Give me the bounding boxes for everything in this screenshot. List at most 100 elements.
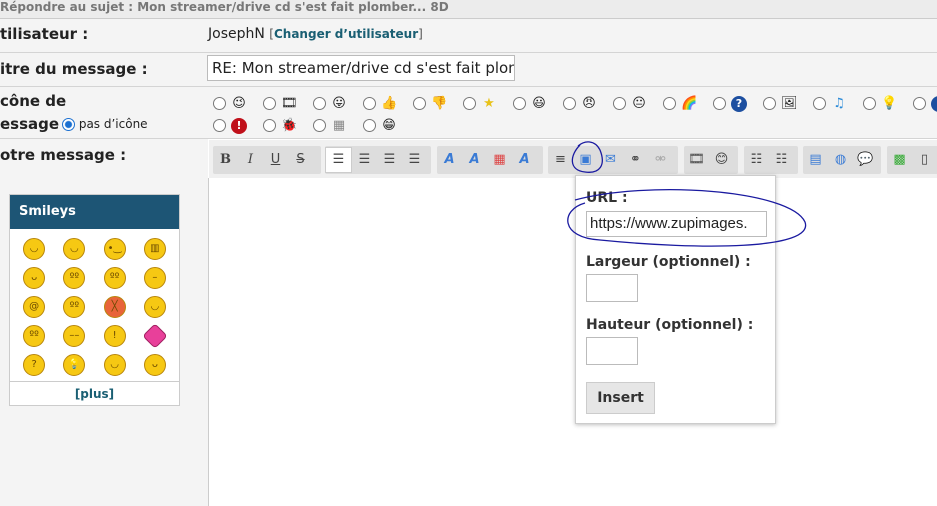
more-smileys-link[interactable]: [plus] xyxy=(10,382,179,406)
rainbow-icon: 🌈 xyxy=(681,95,698,111)
heart-icon[interactable] xyxy=(142,323,168,349)
height-input[interactable] xyxy=(586,337,638,365)
strike-button[interactable]: S xyxy=(288,147,313,173)
smiley-icon[interactable]: ◡ xyxy=(103,354,126,376)
smiley-icon[interactable]: ◡ xyxy=(143,296,166,318)
smiley-icon[interactable]: –– xyxy=(63,325,86,347)
url-input[interactable]: https://www.zupimages. xyxy=(586,211,767,237)
icon-radio[interactable] xyxy=(913,97,926,110)
icon-radio[interactable] xyxy=(463,97,476,110)
change-user-link[interactable]: Changer d’utilisateur xyxy=(274,27,418,41)
user-row: tilisateur : JosephN [Changer d’utilisat… xyxy=(0,19,937,53)
font-size-icon[interactable]: A xyxy=(462,147,487,173)
smiley-icon[interactable]: ◡ xyxy=(63,238,86,260)
smiley-icon[interactable]: ᴗ xyxy=(143,354,166,376)
smiley-icon[interactable]: ᴗ xyxy=(23,267,46,289)
color-palette-icon[interactable]: ▦ xyxy=(487,147,512,173)
neutral-icon: 😐 xyxy=(632,95,646,111)
unlink-icon[interactable]: ⚮ xyxy=(648,147,673,173)
icon-radio[interactable] xyxy=(563,97,576,110)
smiley-icon[interactable]: ! xyxy=(103,325,126,347)
image-icon: 🖼 xyxy=(781,95,798,111)
smiley-icon[interactable]: 💡 xyxy=(63,354,86,376)
smiley-icon[interactable]: ╳ xyxy=(103,296,126,318)
font-icon[interactable]: A xyxy=(437,147,462,173)
italic-button[interactable]: I xyxy=(238,147,263,173)
underline-button[interactable]: U xyxy=(263,147,288,173)
height-label: Hauteur (optionnel) : xyxy=(586,317,754,333)
smiley-icon[interactable]: ºº xyxy=(23,325,46,347)
icon-radio[interactable] xyxy=(363,97,376,110)
message-editor[interactable] xyxy=(208,178,937,506)
message-label: otre message : xyxy=(0,146,127,164)
icon-radio[interactable] xyxy=(513,97,526,110)
width-input[interactable] xyxy=(586,274,638,302)
smiley-icon[interactable]: 😊 xyxy=(709,147,734,173)
video-icon[interactable]: 🎞 xyxy=(684,147,709,173)
insert-button[interactable]: Insert xyxy=(586,382,655,414)
icon-radio[interactable] xyxy=(363,119,376,132)
icon-radio[interactable] xyxy=(863,97,876,110)
icon-radio[interactable] xyxy=(713,97,726,110)
smiley-icon[interactable]: ? xyxy=(23,354,46,376)
align-center-button[interactable]: ☰ xyxy=(352,147,377,173)
icon-radio[interactable] xyxy=(213,97,226,110)
no-icon-option[interactable]: pas d’icône xyxy=(62,117,148,131)
icon-radio[interactable] xyxy=(763,97,776,110)
bold-button[interactable]: B xyxy=(213,147,238,173)
title-input[interactable]: RE: Mon streamer/drive cd s'est fait plo… xyxy=(207,55,515,81)
maximize-icon[interactable]: ▩ xyxy=(887,147,912,173)
user-label: tilisateur : xyxy=(0,25,89,43)
smile-icon: 😃 xyxy=(532,95,546,111)
icon-radio[interactable] xyxy=(263,97,276,110)
source-icon[interactable]: ▯ xyxy=(912,147,937,173)
no-icon-radio[interactable] xyxy=(62,118,75,131)
width-label: Largeur (optionnel) : xyxy=(586,254,751,270)
email-icon[interactable]: ✉ xyxy=(598,147,623,173)
question-icon: ? xyxy=(731,95,747,112)
remove-format-icon[interactable]: A xyxy=(512,147,537,173)
code-icon[interactable]: ▤ xyxy=(803,147,828,173)
thumbs-down-icon: 👎 xyxy=(431,95,448,111)
insert-image-icon[interactable]: ▣ xyxy=(573,147,598,173)
align-right-button[interactable]: ☰ xyxy=(377,147,402,173)
smiley-icon[interactable]: ºº xyxy=(103,267,126,289)
smiley-icon[interactable]: ◡ xyxy=(23,238,46,260)
justify-button[interactable]: ☰ xyxy=(402,147,427,173)
bullet-list-icon[interactable]: ☷ xyxy=(744,147,769,173)
title-label: itre du message : xyxy=(0,60,148,78)
align-left-button[interactable]: ☰ xyxy=(325,147,352,173)
music-icon: ♫ xyxy=(833,95,845,111)
smiley-icon[interactable]: – xyxy=(143,267,166,289)
bug-icon: 🐞 xyxy=(281,117,298,133)
wink-icon: 😉 xyxy=(232,95,246,111)
url-label: URL : xyxy=(586,190,628,206)
horizontal-rule-icon[interactable]: ≡ xyxy=(548,147,573,173)
quote-icon[interactable]: 💬 xyxy=(853,147,878,173)
icon-radio[interactable] xyxy=(663,97,676,110)
username: JosephN xyxy=(208,26,265,42)
icon-options-row1: 😉 🎞 😛 👍 👎 ★ 😃 😠 😐 🌈? 🖼 ♫ 💡 i xyxy=(213,93,937,112)
grin-icon: 😁 xyxy=(382,117,396,133)
no-icon-label: pas d’icône xyxy=(78,117,148,131)
smiley-icon[interactable]: @ xyxy=(23,296,46,318)
icon-row: cône de essage pas d’icône 😉 🎞 😛 👍 👎 ★ 😃 😠 😐 🌈? 🖼 ♫… xyxy=(0,87,937,139)
icon-radio[interactable] xyxy=(263,119,276,132)
smiley-icon[interactable]: •‿ xyxy=(103,238,126,260)
smiley-icon[interactable]: ▥ xyxy=(143,238,166,260)
link-icon[interactable]: ⚭ xyxy=(623,147,648,173)
icon-radio[interactable] xyxy=(313,97,326,110)
bracket: ] xyxy=(418,27,423,41)
icon-radio[interactable] xyxy=(613,97,626,110)
icon-radio[interactable] xyxy=(313,119,326,132)
smiley-icon[interactable]: ºº xyxy=(63,296,86,318)
smiley-icon[interactable]: ºº xyxy=(63,267,86,289)
icon-radio[interactable] xyxy=(413,97,426,110)
numbered-list-icon[interactable]: ☷ xyxy=(769,147,794,173)
smileys-panel: Smileys ◡ ◡ •‿ ▥ ᴗ ºº ºº – @ ºº ╳ ◡ ºº ––! ? 💡 ◡ ᴗ [p… xyxy=(9,194,180,406)
editor-toolbar: B I U S ☰ ☰ ☰ ☰ A A ▦ A ≡ ▣ ✉ ⚭ ⚮ 🎞 😊 ☷ … xyxy=(209,140,937,179)
icon-radio[interactable] xyxy=(213,119,226,132)
exclamation-icon: ! xyxy=(231,117,247,134)
icon-radio[interactable] xyxy=(813,97,826,110)
php-icon[interactable]: ◍ xyxy=(828,147,853,173)
